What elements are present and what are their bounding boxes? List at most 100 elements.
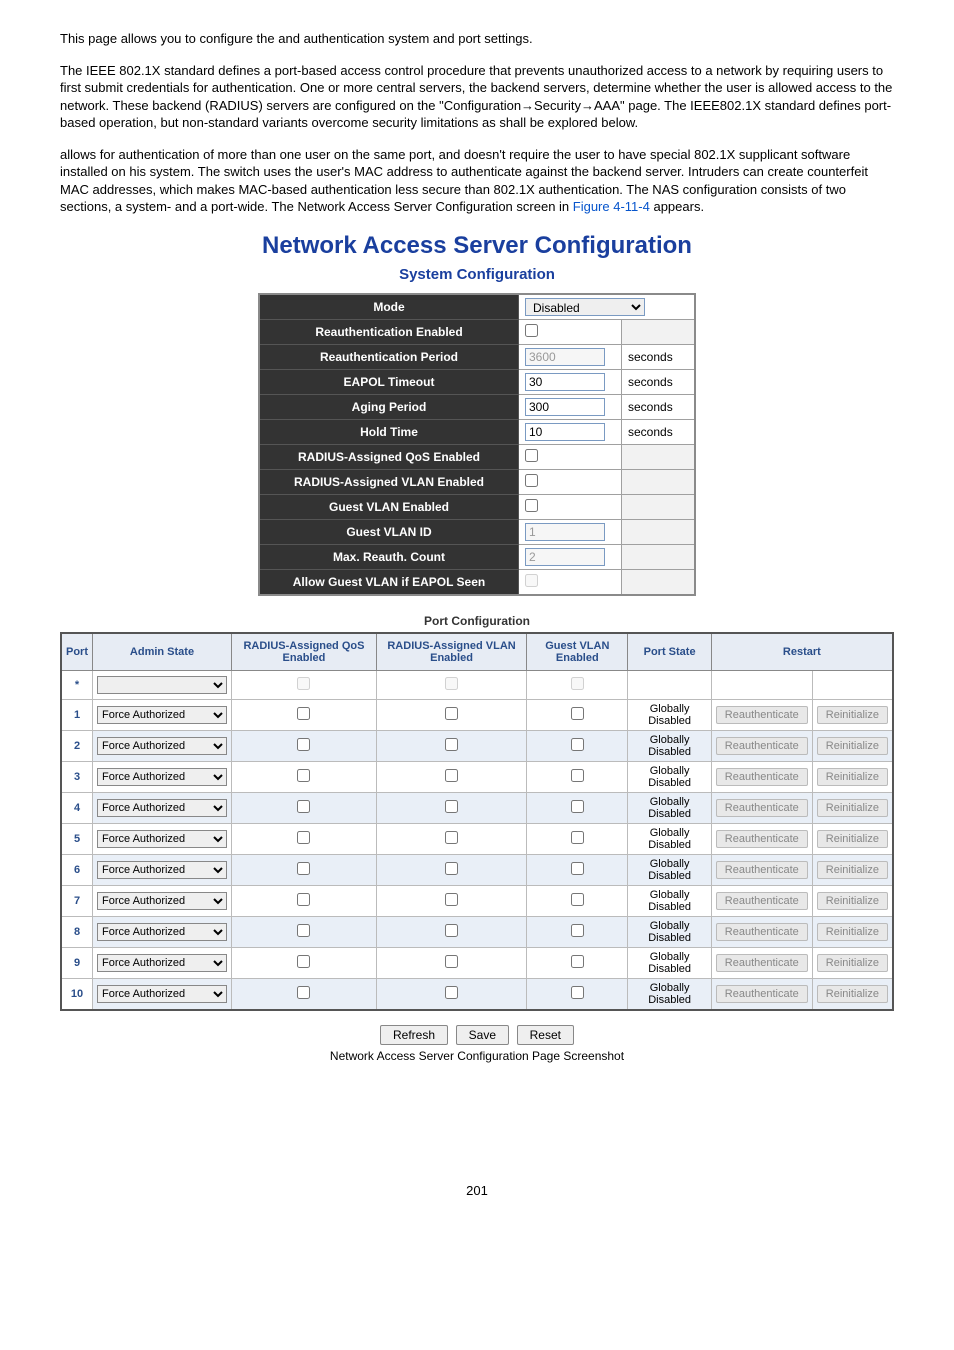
guest-vlan-checkbox[interactable]	[571, 924, 584, 937]
guest-vlan-checkbox[interactable]	[525, 499, 538, 512]
figure-link[interactable]: Figure 4-11-4	[573, 199, 650, 214]
reinitialize-button[interactable]: Reinitialize	[817, 923, 888, 941]
port-state: Globally Disabled	[628, 916, 711, 947]
radius-vlan-checkbox[interactable]	[445, 893, 458, 906]
radius-qos-checkbox[interactable]	[297, 707, 310, 720]
admin-state-select[interactable]: Force Authorized	[97, 799, 227, 817]
mode-select[interactable]: Disabled	[525, 298, 645, 316]
radius-qos-checkbox[interactable]	[297, 893, 310, 906]
refresh-button[interactable]: Refresh	[380, 1025, 448, 1045]
hold-time-label: Hold Time	[259, 419, 519, 444]
radius-qos-checkbox[interactable]	[297, 924, 310, 937]
radius-vlan-checkbox[interactable]	[445, 862, 458, 875]
reauthenticate-button[interactable]: Reauthenticate	[716, 985, 808, 1003]
guest-vlan-checkbox[interactable]	[571, 707, 584, 720]
blank	[622, 544, 696, 569]
admin-state-select[interactable]: Force Authorized	[97, 954, 227, 972]
guest-vlan-checkbox[interactable]	[571, 893, 584, 906]
radius-vlan-checkbox[interactable]	[445, 769, 458, 782]
reinitialize-button[interactable]: Reinitialize	[817, 985, 888, 1003]
admin-state-select[interactable]: Force Authorized	[97, 706, 227, 724]
radius-vlan-checkbox[interactable]	[445, 800, 458, 813]
reinitialize-button[interactable]: Reinitialize	[817, 830, 888, 848]
admin-state-select[interactable]: Force Authorized	[97, 923, 227, 941]
guest-vlan-checkbox[interactable]	[571, 800, 584, 813]
blank	[622, 494, 696, 519]
radius-qos-checkbox[interactable]	[297, 862, 310, 875]
port-number: 3	[61, 761, 93, 792]
radius-vlan-checkbox[interactable]	[525, 474, 538, 487]
reinitialize-button[interactable]: Reinitialize	[817, 799, 888, 817]
reauthenticate-button[interactable]: Reauthenticate	[716, 923, 808, 941]
radius-vlan-checkbox[interactable]	[445, 955, 458, 968]
guest-vlan-checkbox[interactable]	[571, 769, 584, 782]
max-reauth-input[interactable]	[525, 548, 605, 566]
radius-qos-checkbox-all[interactable]	[297, 677, 310, 690]
reinitialize-button[interactable]: Reinitialize	[817, 706, 888, 724]
reinitialize-button[interactable]: Reinitialize	[817, 861, 888, 879]
allow-guest-eapol-checkbox[interactable]	[525, 574, 538, 587]
port-number: 2	[61, 730, 93, 761]
guest-vlan-checkbox-all[interactable]	[571, 677, 584, 690]
guest-vlan-checkbox[interactable]	[571, 738, 584, 751]
guest-vlan-checkbox[interactable]	[571, 862, 584, 875]
reauth-enabled-checkbox[interactable]	[525, 324, 538, 337]
radius-vlan-checkbox-all[interactable]	[445, 677, 458, 690]
reinitialize-button[interactable]: Reinitialize	[817, 954, 888, 972]
admin-state-select[interactable]: Force Authorized	[97, 737, 227, 755]
reauthenticate-button[interactable]: Reauthenticate	[716, 830, 808, 848]
blank	[622, 319, 696, 344]
port-state: Globally Disabled	[628, 854, 711, 885]
admin-state-select[interactable]: Force Authorized	[97, 861, 227, 879]
reinitialize-button[interactable]: Reinitialize	[817, 892, 888, 910]
admin-state-select[interactable]: Force Authorized	[97, 830, 227, 848]
reauthenticate-button[interactable]: Reauthenticate	[716, 737, 808, 755]
col-radius-qos: RADIUS-Assigned QoS Enabled	[232, 633, 377, 671]
save-button[interactable]: Save	[456, 1025, 509, 1045]
guest-vlan-id-input[interactable]	[525, 523, 605, 541]
reauthenticate-button[interactable]: Reauthenticate	[716, 954, 808, 972]
reauthenticate-button[interactable]: Reauthenticate	[716, 799, 808, 817]
col-radius-vlan: RADIUS-Assigned VLAN Enabled	[376, 633, 526, 671]
radius-qos-checkbox[interactable]	[297, 738, 310, 751]
admin-state-select[interactable]: Force Authorized	[97, 892, 227, 910]
unit-seconds: seconds	[622, 419, 696, 444]
admin-state-select-all[interactable]	[97, 676, 227, 694]
port-number: 6	[61, 854, 93, 885]
hold-time-input[interactable]	[525, 423, 605, 441]
guest-vlan-checkbox[interactable]	[571, 986, 584, 999]
radius-vlan-checkbox[interactable]	[445, 738, 458, 751]
radius-qos-checkbox[interactable]	[297, 955, 310, 968]
port-state: Globally Disabled	[628, 761, 711, 792]
blank	[622, 519, 696, 544]
reauthenticate-button[interactable]: Reauthenticate	[716, 768, 808, 786]
reauthenticate-button[interactable]: Reauthenticate	[716, 861, 808, 879]
port-number: 10	[61, 978, 93, 1010]
reauth-enabled-label: Reauthentication Enabled	[259, 319, 519, 344]
reauthenticate-button[interactable]: Reauthenticate	[716, 892, 808, 910]
guest-vlan-id-label: Guest VLAN ID	[259, 519, 519, 544]
radius-qos-checkbox[interactable]	[297, 769, 310, 782]
radius-vlan-checkbox[interactable]	[445, 986, 458, 999]
radius-vlan-checkbox[interactable]	[445, 707, 458, 720]
reinitialize-button[interactable]: Reinitialize	[817, 737, 888, 755]
reinitialize-button[interactable]: Reinitialize	[817, 768, 888, 786]
radius-vlan-checkbox[interactable]	[445, 831, 458, 844]
reset-button[interactable]: Reset	[517, 1025, 574, 1045]
guest-vlan-checkbox[interactable]	[571, 831, 584, 844]
admin-state-select[interactable]: Force Authorized	[97, 768, 227, 786]
text: allows for authentication of more than o…	[60, 147, 868, 215]
reauth-period-input[interactable]	[525, 348, 605, 366]
radius-qos-checkbox[interactable]	[297, 800, 310, 813]
radius-vlan-checkbox[interactable]	[445, 924, 458, 937]
port-number: 8	[61, 916, 93, 947]
radius-qos-checkbox[interactable]	[297, 986, 310, 999]
guest-vlan-checkbox[interactable]	[571, 955, 584, 968]
text: authentication system and port settings.	[304, 31, 533, 46]
radius-qos-checkbox[interactable]	[297, 831, 310, 844]
reauthenticate-button[interactable]: Reauthenticate	[716, 706, 808, 724]
aging-period-input[interactable]	[525, 398, 605, 416]
admin-state-select[interactable]: Force Authorized	[97, 985, 227, 1003]
radius-qos-checkbox[interactable]	[525, 449, 538, 462]
eapol-timeout-input[interactable]	[525, 373, 605, 391]
